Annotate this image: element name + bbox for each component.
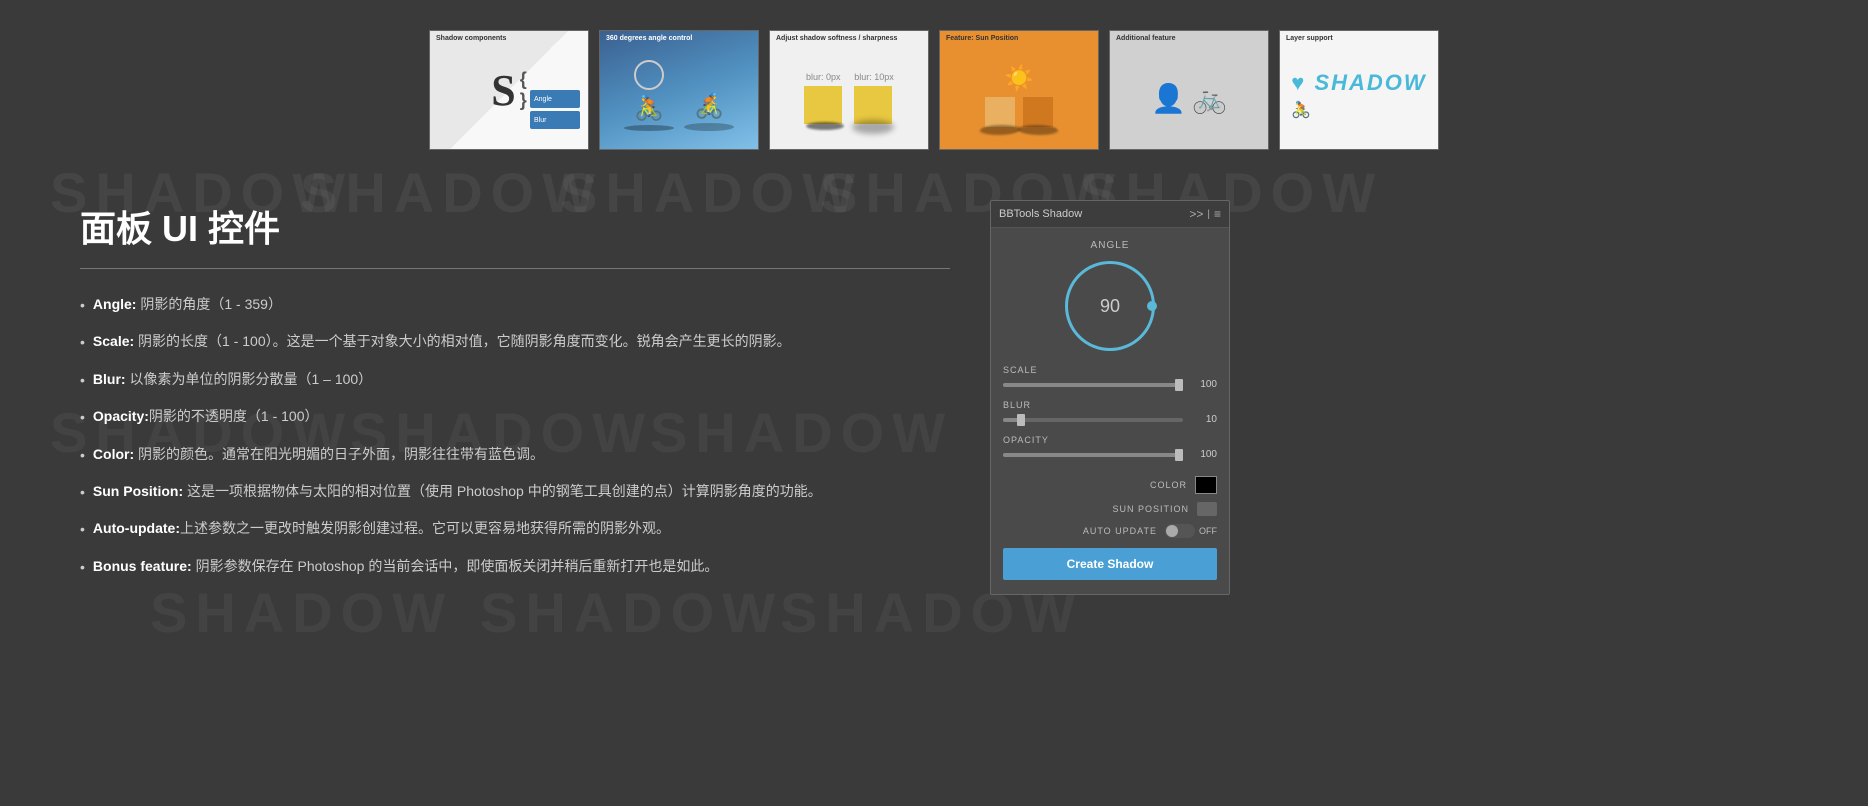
- feature-key-blur: Blur:: [93, 371, 126, 387]
- feature-key-angle: Angle:: [93, 296, 137, 312]
- feature-item-bonus: Bonus feature: 阴影参数保存在 Photoshop 的当前会话中，…: [80, 555, 950, 578]
- feature-key-opacity: Opacity:: [93, 408, 149, 424]
- feature-item-color: Color: 阴影的颜色。通常在阳光明媚的日子外面，阴影往往带有蓝色调。: [80, 443, 950, 466]
- opacity-thumb[interactable]: [1175, 449, 1183, 461]
- preview-card-4[interactable]: Feature: Sun Position ☀️: [939, 30, 1099, 150]
- feature-desc-opacity: 阴影的不透明度（1 - 100）: [149, 408, 319, 424]
- scale-slider-row: SCALE 100: [1003, 365, 1217, 390]
- card-2-title: 360 degrees angle control: [606, 35, 692, 42]
- text-section: 面板 UI 控件 Angle: 阴影的角度（1 - 359） Scale: 阴影…: [80, 200, 950, 578]
- opacity-track-row[interactable]: 100: [1003, 449, 1217, 460]
- feature-desc-blur: 以像素为单位的阴影分散量（1 – 100）: [126, 371, 373, 387]
- angle-dial[interactable]: 90: [1065, 261, 1155, 351]
- auto-update-toggle[interactable]: [1165, 524, 1195, 538]
- preview-card-1[interactable]: Shadow components S { } Angle Blur: [429, 30, 589, 150]
- blur-track-row[interactable]: 10: [1003, 414, 1217, 425]
- preview-card-2[interactable]: 360 degrees angle control 🚴 🚴: [599, 30, 759, 150]
- blur-track[interactable]: [1003, 418, 1183, 422]
- feature-desc-autoupdate: 上述参数之一更改时触发阴影创建过程。它可以更容易地获得所需的阴影外观。: [180, 520, 670, 536]
- angle-dot: [1147, 301, 1157, 311]
- feature-key-bonus: Bonus feature:: [93, 558, 192, 574]
- feature-item-opacity: Opacity:阴影的不透明度（1 - 100）: [80, 405, 950, 428]
- feature-list: Angle: 阴影的角度（1 - 359） Scale: 阴影的长度（1 - 1…: [80, 293, 950, 578]
- feature-desc-angle: 阴影的角度（1 - 359）: [136, 296, 281, 312]
- preview-card-3[interactable]: Adjust shadow softness / sharpness blur:…: [769, 30, 929, 150]
- auto-update-state: OFF: [1199, 526, 1217, 536]
- opacity-slider-row: OPACITY 100: [1003, 435, 1217, 460]
- feature-desc-bonus: 阴影参数保存在 Photoshop 的当前会话中，即使面板关闭并稍后重新打开也是…: [192, 558, 719, 574]
- sun-position-checkbox[interactable]: [1197, 502, 1217, 516]
- card-4-title: Feature: Sun Position: [946, 35, 1018, 42]
- panel-title: BBTools Shadow: [999, 208, 1082, 220]
- feature-desc-color: 阴影的颜色。通常在阳光明媚的日子外面，阴影往往带有蓝色调。: [134, 446, 544, 462]
- scale-value: 100: [1189, 379, 1217, 390]
- blur-thumb[interactable]: [1017, 414, 1025, 426]
- panel-widget: BBTools Shadow >> | ≡ ANGLE 90: [990, 200, 1230, 595]
- color-row: COLOR: [1003, 470, 1217, 494]
- feature-item-blur: Blur: 以像素为单位的阴影分散量（1 – 100）: [80, 368, 950, 391]
- image-strip: Shadow components S { } Angle Blur: [0, 0, 1868, 170]
- opacity-value: 100: [1189, 449, 1217, 460]
- feature-item-autoupdate: Auto-update:上述参数之一更改时触发阴影创建过程。它可以更容易地获得所…: [80, 517, 950, 540]
- feature-item-angle: Angle: 阴影的角度（1 - 359）: [80, 293, 950, 316]
- feature-key-color: Color:: [93, 446, 134, 462]
- panel-menu-icon[interactable]: ≡: [1214, 207, 1221, 221]
- section-heading: 面板 UI 控件: [80, 200, 950, 252]
- feature-item-sun: Sun Position: 这是一项根据物体与太阳的相对位置（使用 Photos…: [80, 480, 950, 503]
- opacity-fill: [1003, 453, 1183, 457]
- scale-label: SCALE: [1003, 365, 1217, 375]
- feature-key-autoupdate: Auto-update:: [93, 520, 180, 536]
- auto-update-label: AUTO UPDATE: [1003, 526, 1165, 536]
- blur-slider-row: BLUR 10: [1003, 400, 1217, 425]
- feature-desc-sun: 这是一项根据物体与太阳的相对位置（使用 Photoshop 中的钢笔工具创建的点…: [183, 483, 822, 499]
- angle-value: 90: [1100, 296, 1120, 317]
- angle-dial-container[interactable]: 90: [1003, 261, 1217, 351]
- scale-track[interactable]: [1003, 383, 1183, 387]
- card-6-title: Layer support: [1286, 35, 1333, 42]
- sun-position-row: SUN POSITION: [1003, 502, 1217, 516]
- card-5-title: Additional feature: [1116, 35, 1176, 42]
- card-1-title: Shadow components: [436, 35, 506, 42]
- blur-value: 10: [1189, 414, 1217, 425]
- main-content: 面板 UI 控件 Angle: 阴影的角度（1 - 359） Scale: 阴影…: [0, 170, 1868, 635]
- create-shadow-button[interactable]: Create Shadow: [1003, 548, 1217, 580]
- preview-card-6[interactable]: Layer support ♥ SHADOW 🚴: [1279, 30, 1439, 150]
- color-label: COLOR: [1003, 480, 1195, 490]
- panel-header: BBTools Shadow >> | ≡: [991, 201, 1229, 228]
- scale-track-row[interactable]: 100: [1003, 379, 1217, 390]
- blur-label: BLUR: [1003, 400, 1217, 410]
- feature-item-scale: Scale: 阴影的长度（1 - 100）。这是一个基于对象大小的相对值，它随阴…: [80, 330, 950, 353]
- color-swatch[interactable]: [1195, 476, 1217, 494]
- angle-label: ANGLE: [1003, 240, 1217, 251]
- feature-key-sun: Sun Position:: [93, 483, 183, 499]
- auto-update-row: AUTO UPDATE OFF: [1003, 524, 1217, 538]
- card-3-title: Adjust shadow softness / sharpness: [776, 35, 897, 42]
- feature-desc-scale: 阴影的长度（1 - 100）。这是一个基于对象大小的相对值，它随阴影角度而变化。…: [134, 333, 790, 349]
- toggle-knob: [1166, 525, 1178, 537]
- preview-card-5[interactable]: Additional feature 👤 🚲: [1109, 30, 1269, 150]
- scale-thumb[interactable]: [1175, 379, 1183, 391]
- panel-controls[interactable]: >> | ≡: [1189, 207, 1221, 221]
- feature-key-scale: Scale:: [93, 333, 134, 349]
- panel-expand-icon[interactable]: >>: [1189, 207, 1203, 221]
- section-divider: [80, 268, 950, 269]
- opacity-track[interactable]: [1003, 453, 1183, 457]
- opacity-label: OPACITY: [1003, 435, 1217, 445]
- panel-body: ANGLE 90 SCALE 100: [991, 228, 1229, 594]
- scale-fill: [1003, 383, 1183, 387]
- sun-position-label: SUN POSITION: [1003, 504, 1197, 514]
